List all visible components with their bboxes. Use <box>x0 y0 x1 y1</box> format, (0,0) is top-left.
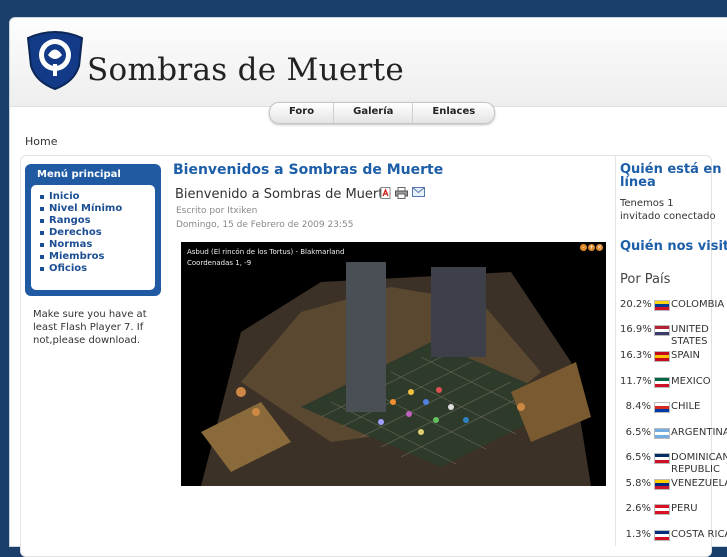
email-icon[interactable] <box>412 187 425 197</box>
article-actions <box>380 187 425 199</box>
main-menu-list-box: Inicio Nivel Mínimo Rangos Derechos Norm… <box>31 185 155 290</box>
country-row: 16.3% SPAIN <box>616 350 727 374</box>
country-percentage: 16.9% <box>620 324 652 335</box>
country-flag-icon <box>654 300 670 311</box>
country-name: ARGENTINA <box>671 427 727 438</box>
menu-item-nivel-minimo[interactable]: Nivel Mínimo <box>31 203 155 215</box>
country-flag-icon <box>654 351 670 362</box>
country-row: 5.8% VENEZUELA <box>616 478 727 502</box>
country-percentage: 20.2% <box>620 299 652 310</box>
country-percentage: 1.3% <box>625 529 651 540</box>
print-icon[interactable] <box>395 187 408 199</box>
country-percentage: 5.8% <box>625 478 651 489</box>
country-row: 20.2% COLOMBIA <box>616 299 727 323</box>
country-percentage: 6.5% <box>625 427 651 438</box>
game-close-icon[interactable]: × <box>596 244 603 251</box>
game-coordinates: Coordenadas 1, -9 <box>187 259 252 267</box>
page-frame: Sombras de Muerte Foro Galería Enlaces H… <box>9 17 727 557</box>
country-row: 6.5% DOMINICAN REPUBLIC <box>616 452 727 476</box>
menu-item-derechos[interactable]: Derechos <box>31 227 155 239</box>
country-row: 16.9% UNITED STATES <box>616 324 727 348</box>
game-minimize-icon[interactable]: - <box>580 244 587 251</box>
main-heading: Bienvenidos a Sombras de Muerte <box>173 162 444 178</box>
country-row: 1.3% COSTA RICA <box>616 529 727 546</box>
who-online-line2: invitado conectado <box>620 211 716 222</box>
nav-item-galeria[interactable]: Galería <box>334 103 414 123</box>
menu-item-oficios[interactable]: Oficios <box>31 263 155 275</box>
country-percentage: 8.4% <box>625 401 651 412</box>
country-flag-icon <box>654 428 670 439</box>
article-author: Escrito por Itxiken <box>176 206 258 216</box>
country-name: COSTA RICA <box>671 529 727 540</box>
menu-item-miembros[interactable]: Miembros <box>31 251 155 263</box>
country-row: 2.6% PERU <box>616 503 727 527</box>
game-location-name: Asbud (El rincón de los Tortus) - Blakma… <box>187 248 345 256</box>
main-menu: Menú principal Inicio Nivel Mínimo Rango… <box>25 164 161 296</box>
country-name: CHILE <box>671 401 701 412</box>
menu-item-rangos[interactable]: Rangos <box>31 215 155 227</box>
game-scene-image <box>181 242 606 486</box>
country-percentage: 16.3% <box>620 350 652 361</box>
site-header: Sombras de Muerte <box>10 18 727 107</box>
game-window-controls: - + × <box>580 244 603 251</box>
nav-item-foro[interactable]: Foro <box>270 103 335 123</box>
country-row: 11.7% MEXICO <box>616 376 727 400</box>
country-name: MEXICO <box>671 376 711 387</box>
country-flag-icon <box>654 479 670 490</box>
country-flag-icon <box>654 377 670 388</box>
country-percentage: 11.7% <box>620 376 652 387</box>
who-online-heading: Quién está en línea <box>620 162 722 190</box>
country-flag-icon <box>654 402 670 413</box>
country-flag-icon <box>654 325 670 336</box>
country-name: VENEZUELA <box>671 478 727 489</box>
article-date: Domingo, 15 de Febrero de 2009 23:55 <box>176 220 354 230</box>
country-name: COLOMBIA <box>671 299 725 310</box>
country-row: 8.4% CHILE <box>616 401 727 425</box>
nav-item-enlaces[interactable]: Enlaces <box>413 103 494 123</box>
pdf-icon[interactable] <box>380 187 391 199</box>
menu-item-normas[interactable]: Normas <box>31 239 155 251</box>
country-name: UNITED STATES <box>671 324 709 347</box>
shield-logo-icon <box>26 31 84 90</box>
site-title[interactable]: Sombras de Muerte <box>87 52 404 88</box>
country-row: 6.5% ARGENTINA <box>616 427 727 451</box>
flash-player-note: Make sure you have at least Flash Player… <box>33 309 147 346</box>
country-name: SPAIN <box>671 350 701 361</box>
who-online-line1: Tenemos 1 <box>620 198 674 209</box>
visitors-heading: Quién nos visita <box>620 239 727 254</box>
who-online-text: Tenemos 1 invitado conectado <box>620 197 716 223</box>
right-sidebar: Quién está en línea Tenemos 1 invitado c… <box>615 155 727 546</box>
game-maximize-icon[interactable]: + <box>588 244 595 251</box>
article-title[interactable]: Bienvenido a Sombras de Muerte <box>175 187 391 202</box>
game-screenshot: Asbud (El rincón de los Tortus) - Blakma… <box>181 242 606 486</box>
by-country-label: Por País <box>620 272 671 287</box>
main-menu-title: Menú principal <box>37 169 121 180</box>
game-location-caption: Asbud (El rincón de los Tortus) - Blakma… <box>187 247 344 269</box>
country-name: PERU <box>671 503 698 514</box>
menu-item-inicio[interactable]: Inicio <box>31 191 155 203</box>
country-flag-icon <box>654 504 670 515</box>
country-flag-icon <box>654 530 670 541</box>
country-percentage: 6.5% <box>625 452 651 463</box>
country-flag-icon <box>654 453 670 464</box>
top-nav: Foro Galería Enlaces <box>269 102 496 124</box>
country-percentage: 2.6% <box>625 503 651 514</box>
country-name: DOMINICAN REPUBLIC <box>671 452 727 475</box>
breadcrumb[interactable]: Home <box>25 135 57 148</box>
